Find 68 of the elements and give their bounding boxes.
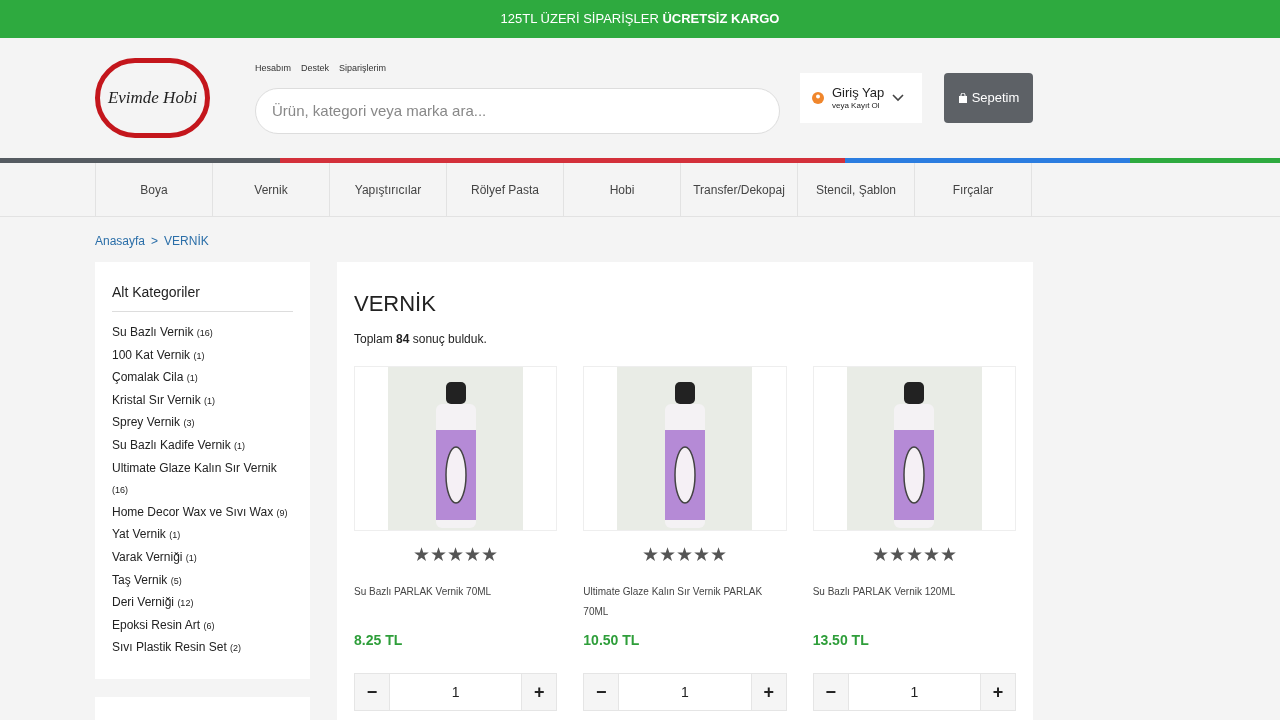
top-link[interactable]: Hesabım xyxy=(255,62,291,76)
search-field[interactable]: Ürün, kategori veya marka ara... xyxy=(255,87,780,134)
logo: Evimde Hobi xyxy=(95,58,210,138)
category-link[interactable]: Epoksi Resin Art (6) xyxy=(112,614,293,638)
star-icon: ★ xyxy=(447,545,465,564)
page-title: VERNİK xyxy=(354,290,437,318)
nav-tab[interactable]: Transfer/Dekopaj xyxy=(681,163,798,216)
star-icon: ★ xyxy=(676,545,694,564)
category-link[interactable]: Su Bazlı Vernik (16) xyxy=(112,322,293,345)
category-link[interactable]: Sprey Vernik (3) xyxy=(112,412,293,435)
star-icon: ★ xyxy=(939,545,957,564)
star-icon: ★ xyxy=(413,545,431,564)
nav-tab[interactable]: Stencil, Şablon xyxy=(798,163,915,216)
bag-icon xyxy=(957,93,968,103)
promo-text: 125TL ÜZERİ SİPARİŞLER ÜCRETSİZ KARGO xyxy=(500,10,780,29)
nav-tab[interactable]: Yapıştırıcılar xyxy=(330,163,447,216)
star-icon: ★ xyxy=(464,545,482,564)
nav-tab[interactable]: Hobi xyxy=(564,163,681,216)
breadcrumb-item[interactable]: > xyxy=(151,232,159,250)
quantity-field[interactable]: 1 xyxy=(848,673,980,711)
product-price: 13.50 TL xyxy=(812,631,870,650)
nav-tab[interactable]: Vernik xyxy=(213,163,330,216)
star-icon: ★ xyxy=(481,545,499,564)
increase-button[interactable]: + xyxy=(980,673,1016,711)
decrease-button[interactable]: − xyxy=(354,673,390,711)
nav-tab[interactable]: Rölyef Pasta xyxy=(447,163,564,216)
category-link[interactable]: Ultimate Glaze Kalın Sır Vernik (16) xyxy=(112,457,293,502)
decrease-button[interactable]: − xyxy=(583,673,620,711)
category-link[interactable]: 100 Kat Vernik (1) xyxy=(112,344,293,368)
category-link[interactable]: Deri Verniği (12) xyxy=(112,592,293,615)
star-icon: ★ xyxy=(430,545,448,564)
star-icon: ★ xyxy=(905,545,923,564)
category-link[interactable]: Yat Vernik (1) xyxy=(112,524,293,547)
breadcrumb-item[interactable]: Anasayfa xyxy=(95,232,146,250)
category-link[interactable]: Sıvı Plastik Resin Set (2) xyxy=(112,637,293,660)
product-name: Su Bazlı PARLAK Vernik 70ML xyxy=(354,585,493,599)
product-price: 8.25 TL xyxy=(354,631,404,650)
user-icon xyxy=(812,91,824,105)
panel-title: Alt Kategoriler xyxy=(112,282,293,312)
star-icon: ★ xyxy=(659,545,677,564)
nav-tab[interactable]: Fırçalar xyxy=(915,163,1032,216)
top-link[interactable]: Destek xyxy=(301,62,330,76)
star-icon: ★ xyxy=(693,545,711,564)
increase-button[interactable]: + xyxy=(521,673,558,711)
product-name: Su Bazlı PARLAK Vernik 120ML xyxy=(812,585,957,599)
star-icon: ★ xyxy=(888,545,906,564)
login-button[interactable]: Giriş Yap veya Kayıt Ol xyxy=(800,73,922,123)
product-name: Ultimate Glaze Kalın Sır Vernik PARLAK 70ML xyxy=(583,585,764,619)
cart-button[interactable]: Sepetim xyxy=(944,73,1033,123)
increase-button[interactable]: + xyxy=(750,673,787,711)
breadcrumb-item[interactable]: VERNİK xyxy=(164,232,209,250)
result-summary: Toplam 84 sonuç bulduk. xyxy=(354,331,488,348)
star-icon: ★ xyxy=(871,545,889,564)
quantity-field[interactable]: 1 xyxy=(619,673,751,711)
category-link[interactable]: Taş Vernik (5) xyxy=(112,569,293,593)
category-link[interactable]: Su Bazlı Kadife Vernik (1) xyxy=(112,434,293,458)
star-icon: ★ xyxy=(642,545,660,564)
decrease-button[interactable]: − xyxy=(812,673,849,711)
product-price: 10.50 TL xyxy=(583,631,641,650)
category-link[interactable]: Home Decor Wax ve Sıvı Wax (9) xyxy=(112,501,293,525)
top-link[interactable]: Siparişlerim xyxy=(339,62,387,76)
category-link[interactable]: Çomalak Cila (1) xyxy=(112,367,293,390)
category-link[interactable]: Varak Verniği (1) xyxy=(112,546,293,570)
category-link[interactable]: Kristal Sır Vernik (1) xyxy=(112,389,293,413)
chevron-down-icon xyxy=(892,94,905,102)
nav-tab[interactable]: Boya xyxy=(96,163,213,216)
star-icon: ★ xyxy=(922,545,940,564)
star-icon: ★ xyxy=(710,545,728,564)
